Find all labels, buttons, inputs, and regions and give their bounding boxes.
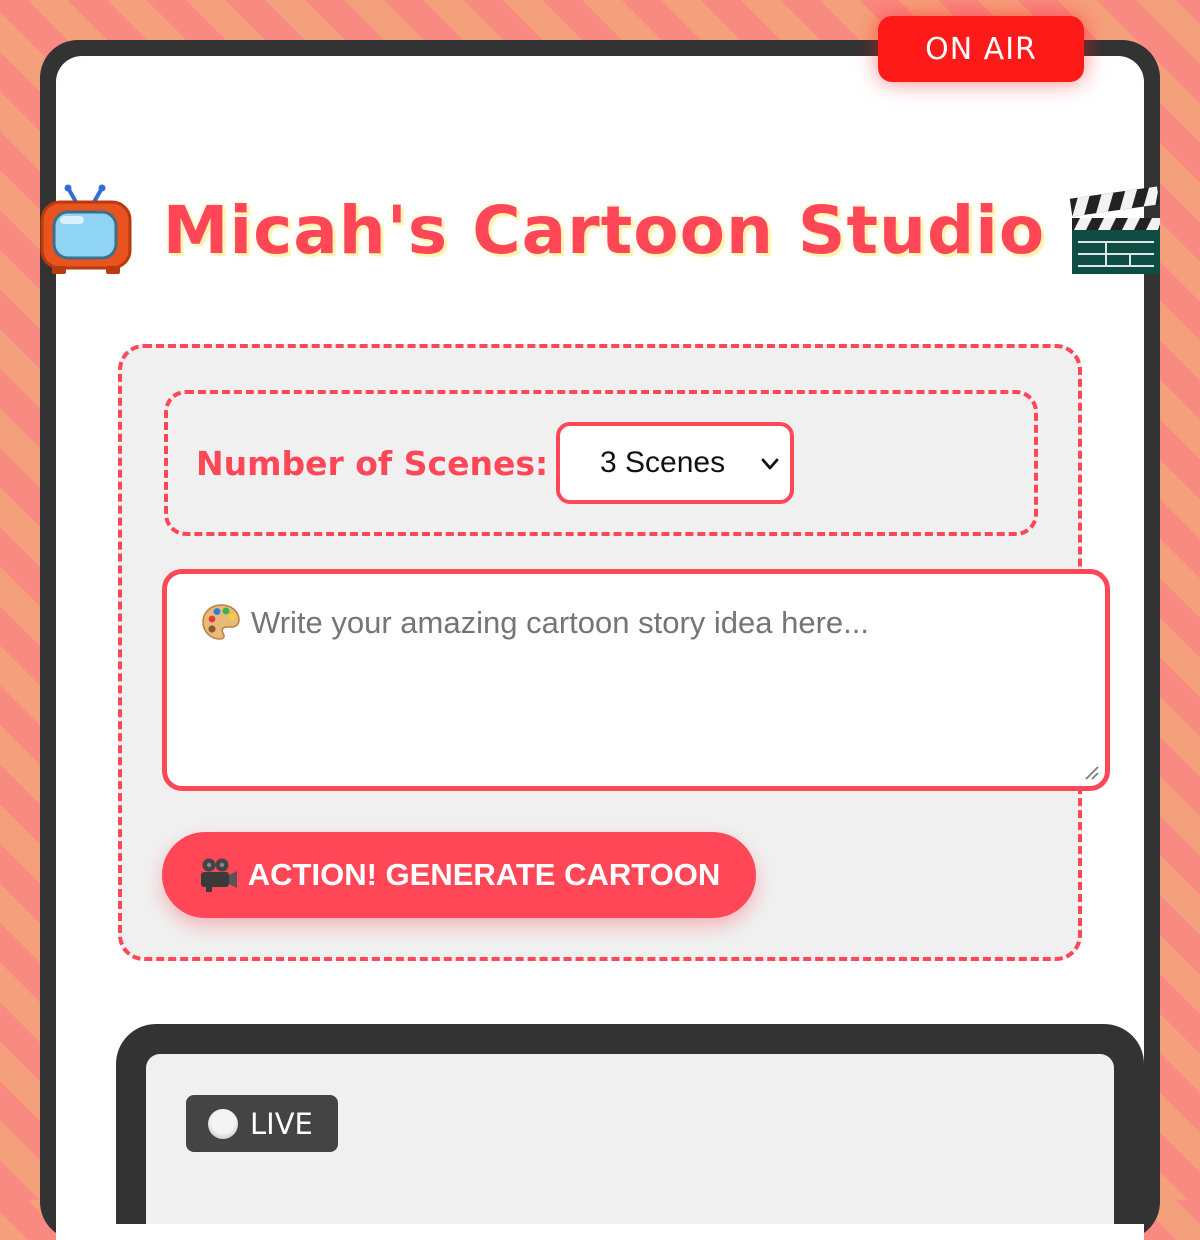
scenes-dropdown[interactable]: 3 Scenes	[556, 422, 794, 504]
chevron-down-icon	[761, 458, 779, 470]
on-air-label: ON AIR	[925, 31, 1037, 67]
generate-button-label: ACTION! GENERATE CARTOON	[247, 857, 721, 892]
movie-camera-icon	[200, 858, 237, 892]
story-placeholder: Write your amazing cartoon story idea he…	[251, 605, 869, 640]
scenes-dropdown-value: 3 Scenes	[600, 446, 726, 479]
palette-icon	[202, 604, 240, 640]
live-badge: LIVE	[186, 1095, 338, 1152]
scenes-label: Number of Scenes:	[196, 444, 549, 483]
live-indicator-icon	[208, 1108, 238, 1139]
live-label: LIVE	[250, 1106, 313, 1141]
on-air-sign: ON AIR	[878, 16, 1084, 82]
tv-icon	[40, 184, 132, 274]
page-title: Micah's Cartoon Studio	[162, 192, 1046, 269]
generate-cartoon-button[interactable]: ACTION! GENERATE CARTOON	[162, 832, 756, 918]
story-idea-textarea[interactable]: Write your amazing cartoon story idea he…	[162, 569, 1110, 791]
clapper-board-icon	[1069, 186, 1160, 274]
title-row: Micah's Cartoon Studio	[0, 176, 1200, 286]
resize-handle-icon[interactable]	[1083, 764, 1099, 780]
